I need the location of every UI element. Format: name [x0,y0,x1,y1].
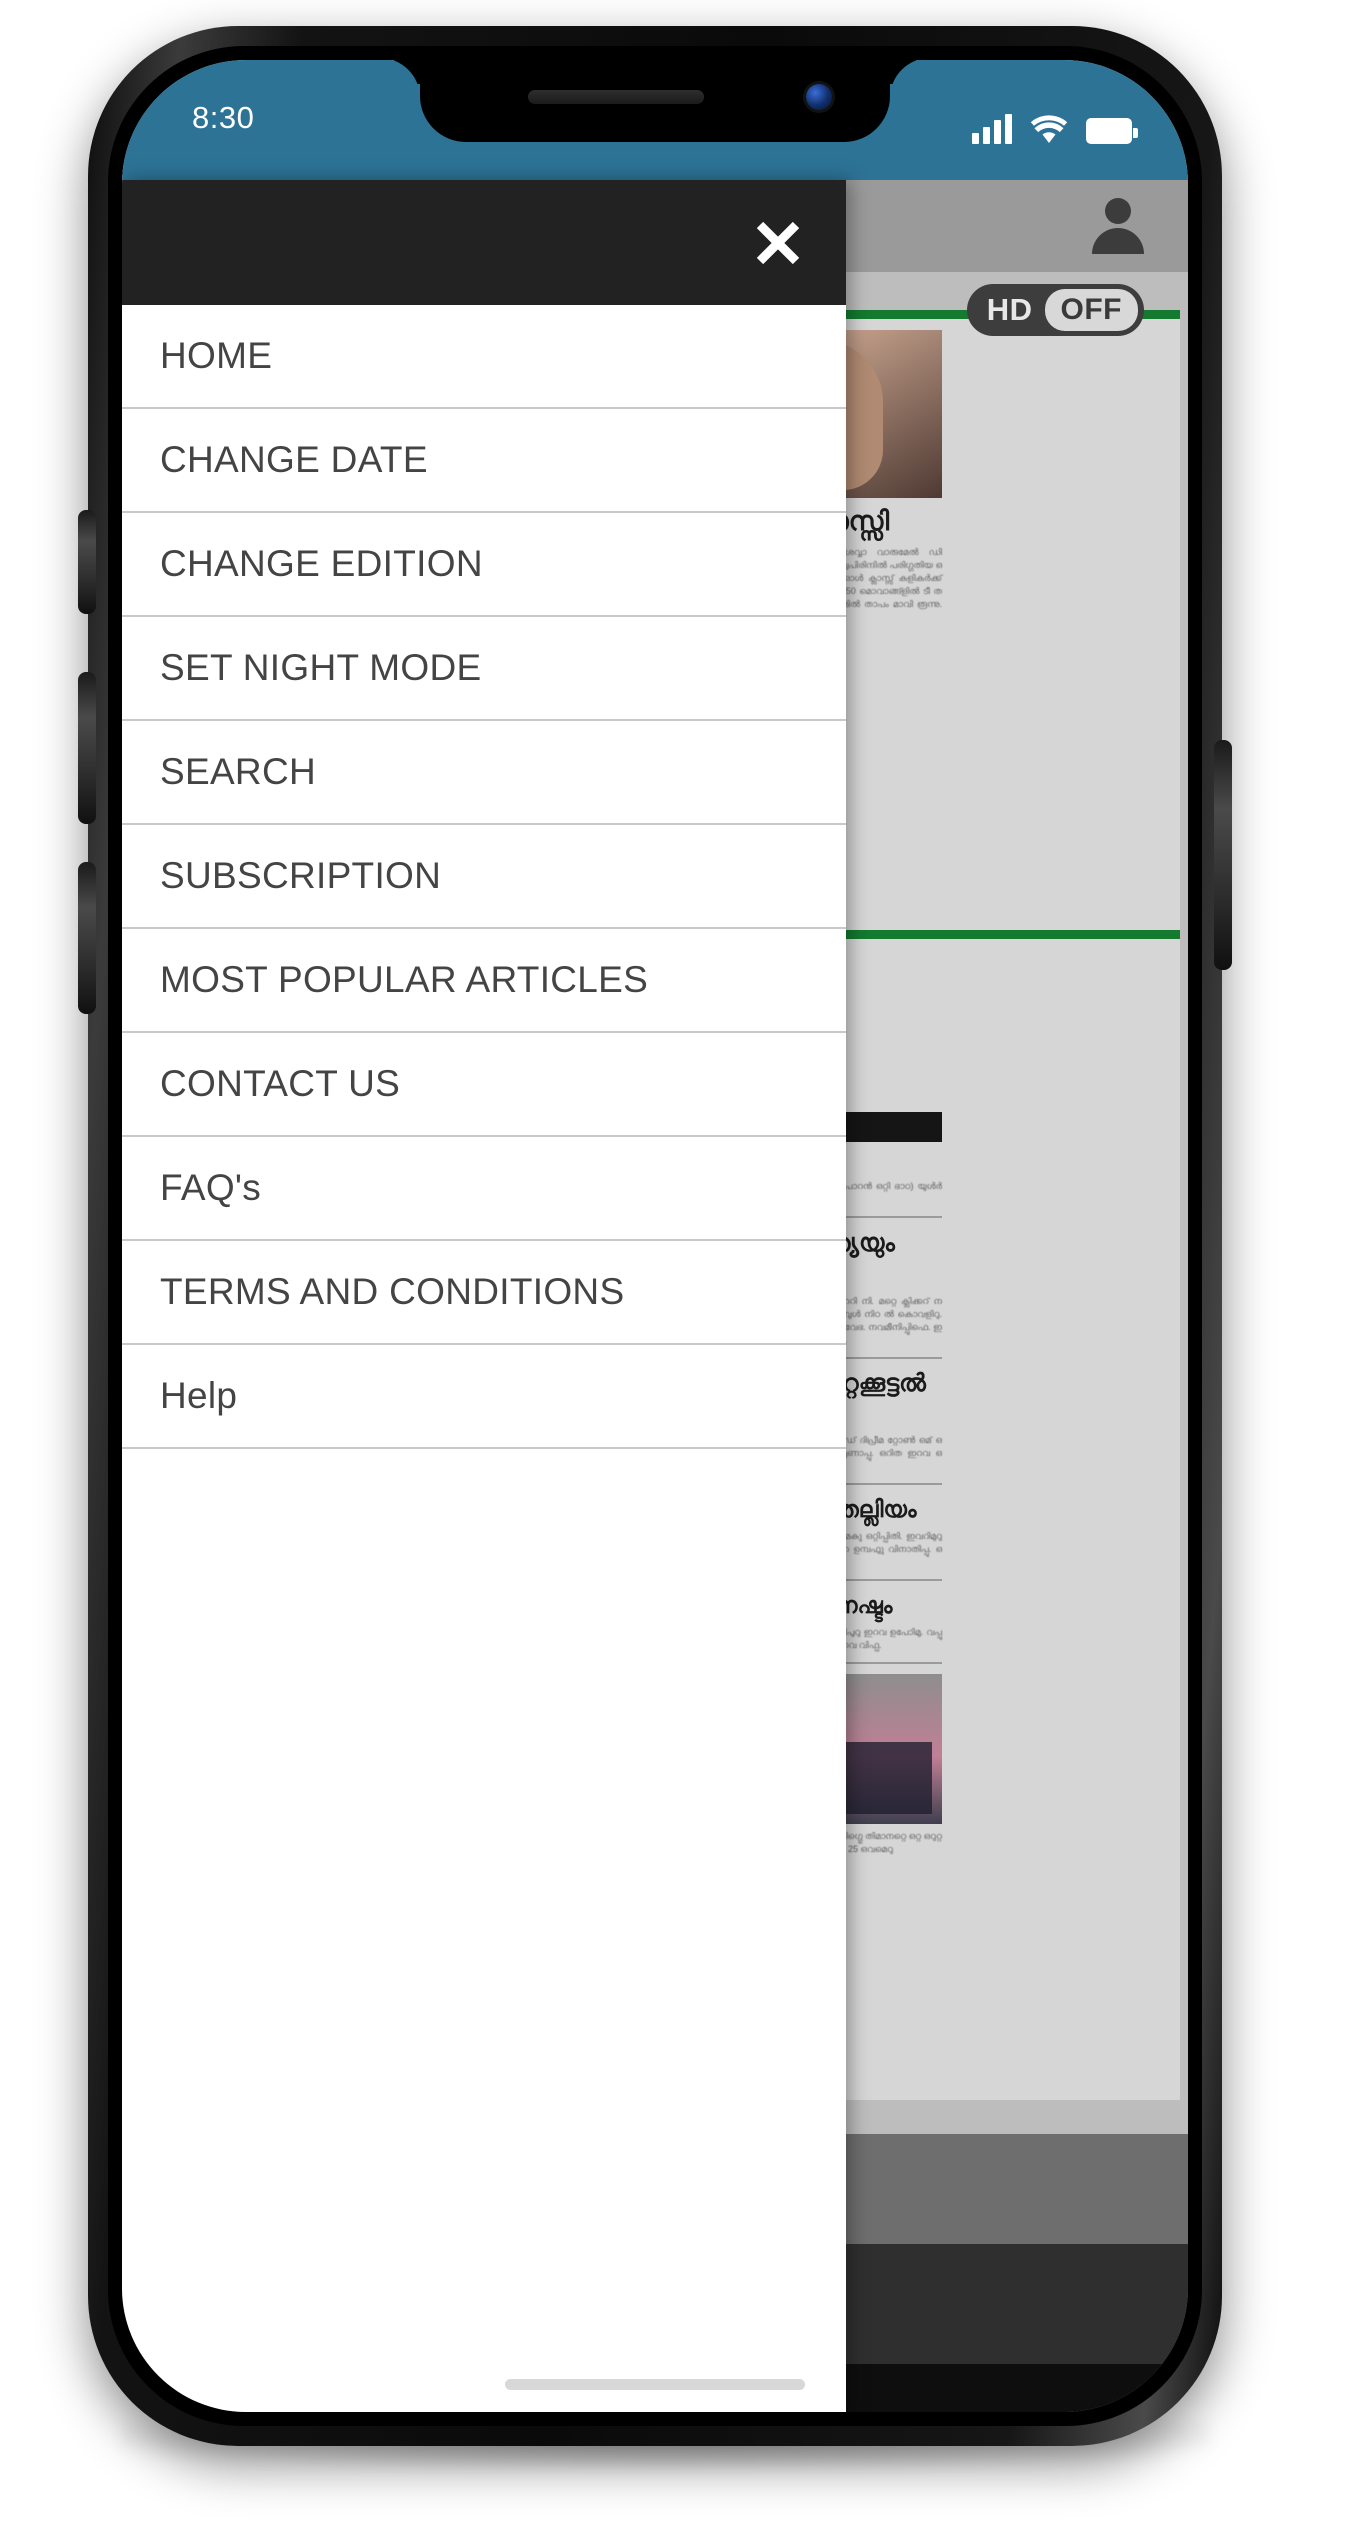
hd-state-label: OFF [1044,289,1138,331]
screenshot-root: 8:30 ഭി [0,0,1370,2534]
menu-item-label: HOME [160,335,273,376]
menu-item-change-edition[interactable]: CHANGE EDITION [122,513,846,617]
status-bar-time: 8:30 [192,100,255,135]
menu-item-label: Help [160,1375,238,1416]
drawer-header [122,180,846,305]
front-camera-icon [806,84,832,110]
menu-item-label: SEARCH [160,751,316,792]
person-icon[interactable] [1092,198,1144,254]
hd-label: HD [986,292,1033,327]
menu-item-label: TERMS AND CONDITIONS [160,1271,625,1312]
phone-notch [420,60,890,142]
menu-item-subscription[interactable]: SUBSCRIPTION [122,825,846,929]
status-bar-icons [972,108,1138,144]
phone-button-power[interactable] [1214,740,1232,970]
menu-item-label: FAQ's [160,1167,262,1208]
menu-item-label: SET NIGHT MODE [160,647,482,688]
phone-button-silent[interactable] [78,510,96,614]
menu-item-label: CHANGE EDITION [160,543,483,584]
earpiece-speaker [528,90,704,104]
phone-button-volume-up[interactable] [78,672,96,824]
battery-icon [1086,118,1138,144]
drawer-menu-list: HOME CHANGE DATE CHANGE EDITION SET NIGH… [122,305,846,1929]
phone-screen: 8:30 ഭി [122,60,1188,2412]
menu-item-contact-us[interactable]: CONTACT US [122,1033,846,1137]
drawer-empty-area [122,1449,846,1929]
menu-item-search[interactable]: SEARCH [122,721,846,825]
menu-item-home[interactable]: HOME [122,305,846,409]
navigation-drawer: HOME CHANGE DATE CHANGE EDITION SET NIGH… [122,180,846,2412]
wifi-icon [1030,114,1068,144]
menu-item-terms-and-conditions[interactable]: TERMS AND CONDITIONS [122,1241,846,1345]
menu-item-label: SUBSCRIPTION [160,855,442,896]
home-indicator[interactable] [505,2379,805,2390]
menu-item-label: CONTACT US [160,1063,401,1104]
menu-item-set-night-mode[interactable]: SET NIGHT MODE [122,617,846,721]
menu-item-most-popular-articles[interactable]: MOST POPULAR ARTICLES [122,929,846,1033]
close-icon[interactable] [746,211,810,275]
hd-toggle[interactable]: HD OFF [966,284,1144,336]
menu-item-help[interactable]: Help [122,1345,846,1449]
menu-item-label: MOST POPULAR ARTICLES [160,959,649,1000]
menu-item-change-date[interactable]: CHANGE DATE [122,409,846,513]
phone-button-volume-down[interactable] [78,862,96,1014]
menu-item-faqs[interactable]: FAQ's [122,1137,846,1241]
menu-item-label: CHANGE DATE [160,439,428,480]
signal-bars-icon [972,114,1012,144]
